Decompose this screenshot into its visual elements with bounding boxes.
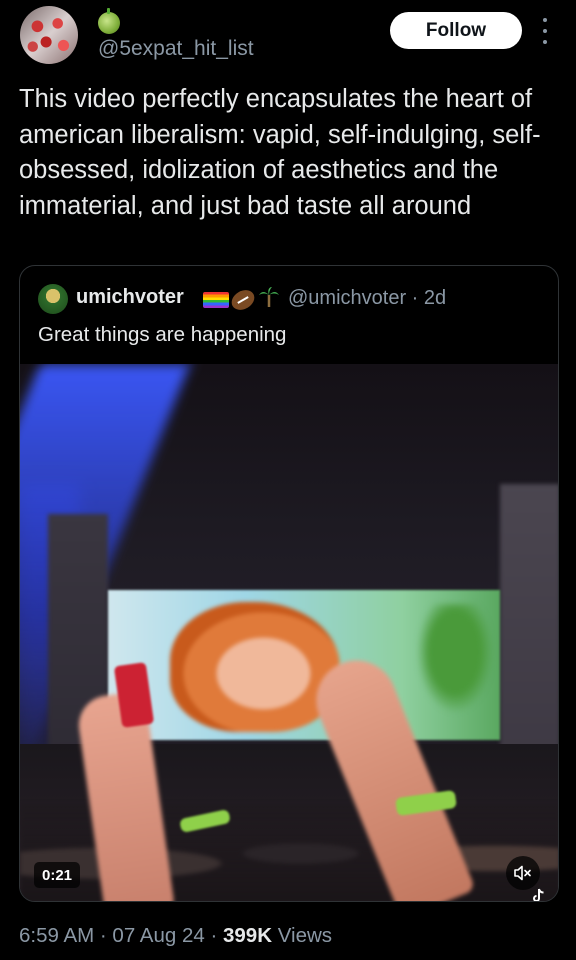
tweet-text: This video perfectly encapsulates the he… [19,85,541,220]
video-player[interactable]: 0:21 [20,364,558,901]
video-duration-badge: 0:21 [34,862,81,888]
palm-tree-icon [258,286,280,314]
author-avatar[interactable] [20,6,78,64]
tweet-page: @5expat_hit_list Follow This video perfe… [0,0,576,960]
more-options-icon[interactable] [536,18,554,44]
dot-icon [543,40,547,44]
quoted-author-avatar[interactable] [38,284,68,314]
tweet-meta: 6:59 AM · 07 Aug 24 · 399K Views [19,924,332,948]
quoted-handle-time[interactable]: @umichvoter · 2d [288,287,446,310]
views-count: 399K [223,924,273,947]
dot-icon [543,29,547,33]
screen-face [170,602,340,732]
mute-button[interactable] [506,856,540,890]
quoted-author-name[interactable]: umichvoter [76,286,184,309]
follow-button[interactable]: Follow [390,12,522,49]
screen-palm [410,604,500,724]
tiktok-icon [533,888,544,901]
dot-icon [543,18,547,22]
quoted-tweet-text: Great things are happening [38,323,287,346]
football-icon [228,286,258,314]
speaker-muted-icon [514,865,531,881]
quoted-tweet-card[interactable]: umichvoter @umichvoter · 2d Great things… [19,265,559,902]
green-apple-icon [98,8,120,34]
rainbow-flag-icon [203,292,229,308]
author-handle[interactable]: @5expat_hit_list [98,37,254,61]
tweet-timestamp[interactable]: 6:59 AM · 07 Aug 24 · [19,924,223,947]
views-label: Views [272,924,333,947]
